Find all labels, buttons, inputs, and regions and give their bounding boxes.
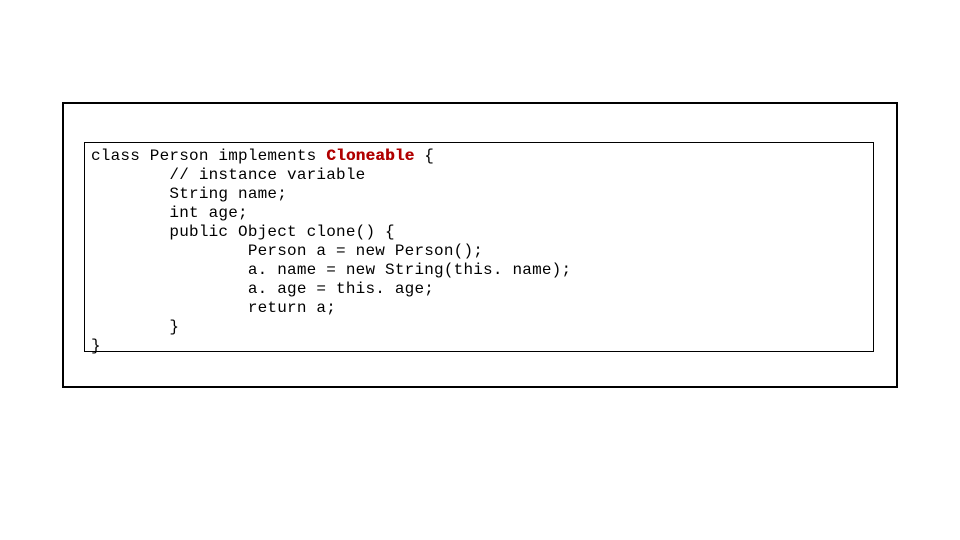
- code-line-6: Person a = new Person();: [91, 242, 483, 260]
- code-line-10: }: [91, 318, 179, 336]
- code-keyword-cloneable: Cloneable: [326, 147, 414, 165]
- code-block-frame: class Person implements Cloneable { // i…: [84, 142, 874, 352]
- code-line-5: public Object clone() {: [91, 223, 395, 241]
- code-line-4: int age;: [91, 204, 248, 222]
- code-line-11: }: [91, 337, 101, 355]
- code-line-9: return a;: [91, 299, 336, 317]
- code-line-7: a. name = new String(this. name);: [91, 261, 571, 279]
- code-line-1-suffix: {: [414, 147, 434, 165]
- code-line-8: a. age = this. age;: [91, 280, 434, 298]
- code-line-3: String name;: [91, 185, 287, 203]
- code-block: class Person implements Cloneable { // i…: [91, 147, 867, 356]
- code-line-2: // instance variable: [91, 166, 365, 184]
- code-line-1-prefix: class Person implements: [91, 147, 326, 165]
